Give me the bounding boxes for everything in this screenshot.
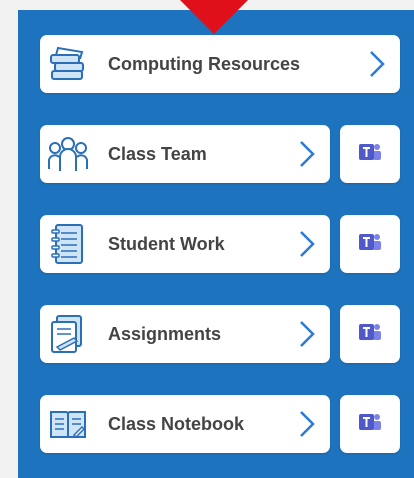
class-team-teams-button[interactable] bbox=[340, 125, 400, 183]
chevron-right-icon[interactable] bbox=[294, 314, 320, 354]
microsoft-teams-icon bbox=[358, 232, 382, 257]
class-notebook-teams-button[interactable] bbox=[340, 395, 400, 453]
class-notebook-label: Class Notebook bbox=[108, 413, 245, 434]
class-notebook-card[interactable]: Class Notebook bbox=[40, 395, 330, 453]
assignments-card[interactable]: Assignments bbox=[40, 305, 330, 363]
open-book-icon bbox=[46, 402, 90, 446]
assignments-label: Assignments bbox=[108, 323, 222, 344]
notebook-icon bbox=[46, 222, 90, 266]
student-work-card[interactable]: Student Work bbox=[40, 215, 330, 273]
chevron-right-icon[interactable] bbox=[294, 134, 320, 174]
chevron-right-icon[interactable] bbox=[364, 44, 390, 84]
student-work-label: Student Work bbox=[108, 233, 225, 254]
computing-resources-label: Computing Resources bbox=[108, 53, 301, 74]
microsoft-teams-icon bbox=[358, 322, 382, 347]
assignment-document-icon bbox=[46, 312, 90, 356]
class-team-label: Class Team bbox=[108, 143, 207, 164]
computing-resources-card[interactable]: Computing Resources bbox=[40, 35, 400, 93]
class-team-card[interactable]: Class Team bbox=[40, 125, 330, 183]
people-group-icon bbox=[46, 132, 90, 176]
student-work-teams-button[interactable] bbox=[340, 215, 400, 273]
red-arrow-pointer-icon bbox=[180, 0, 248, 34]
books-stack-icon bbox=[46, 42, 90, 86]
microsoft-teams-icon bbox=[358, 142, 382, 167]
microsoft-teams-icon bbox=[358, 412, 382, 437]
assignments-teams-button[interactable] bbox=[340, 305, 400, 363]
chevron-right-icon[interactable] bbox=[294, 404, 320, 444]
chevron-right-icon[interactable] bbox=[294, 224, 320, 264]
